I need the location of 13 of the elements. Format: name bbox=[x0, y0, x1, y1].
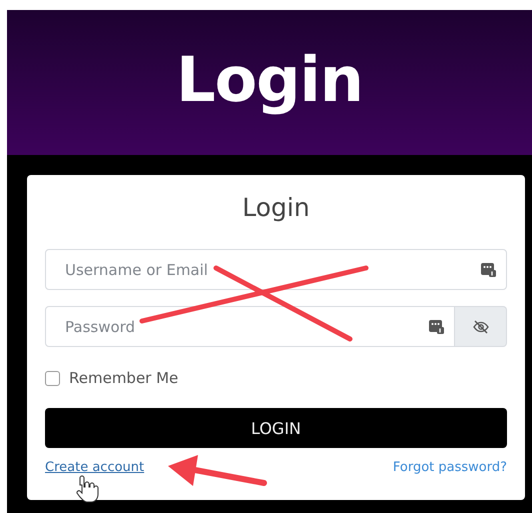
username-field[interactable]: Username or Email bbox=[45, 249, 507, 290]
password-manager-icon bbox=[429, 319, 444, 334]
login-button[interactable]: LOGIN bbox=[45, 408, 507, 448]
password-field[interactable]: Password bbox=[45, 306, 455, 347]
page-title: Login bbox=[176, 43, 363, 116]
create-account-link[interactable]: Create account bbox=[45, 460, 144, 475]
eye-slash-icon bbox=[472, 318, 490, 334]
show-password-button[interactable] bbox=[455, 306, 507, 347]
remember-checkbox[interactable] bbox=[45, 370, 60, 386]
remember-label: Remember Me bbox=[69, 369, 178, 387]
forgot-password-link[interactable]: Forgot password? bbox=[392, 460, 507, 475]
password-manager-icon bbox=[481, 262, 496, 277]
card-title: Login bbox=[241, 193, 311, 222]
